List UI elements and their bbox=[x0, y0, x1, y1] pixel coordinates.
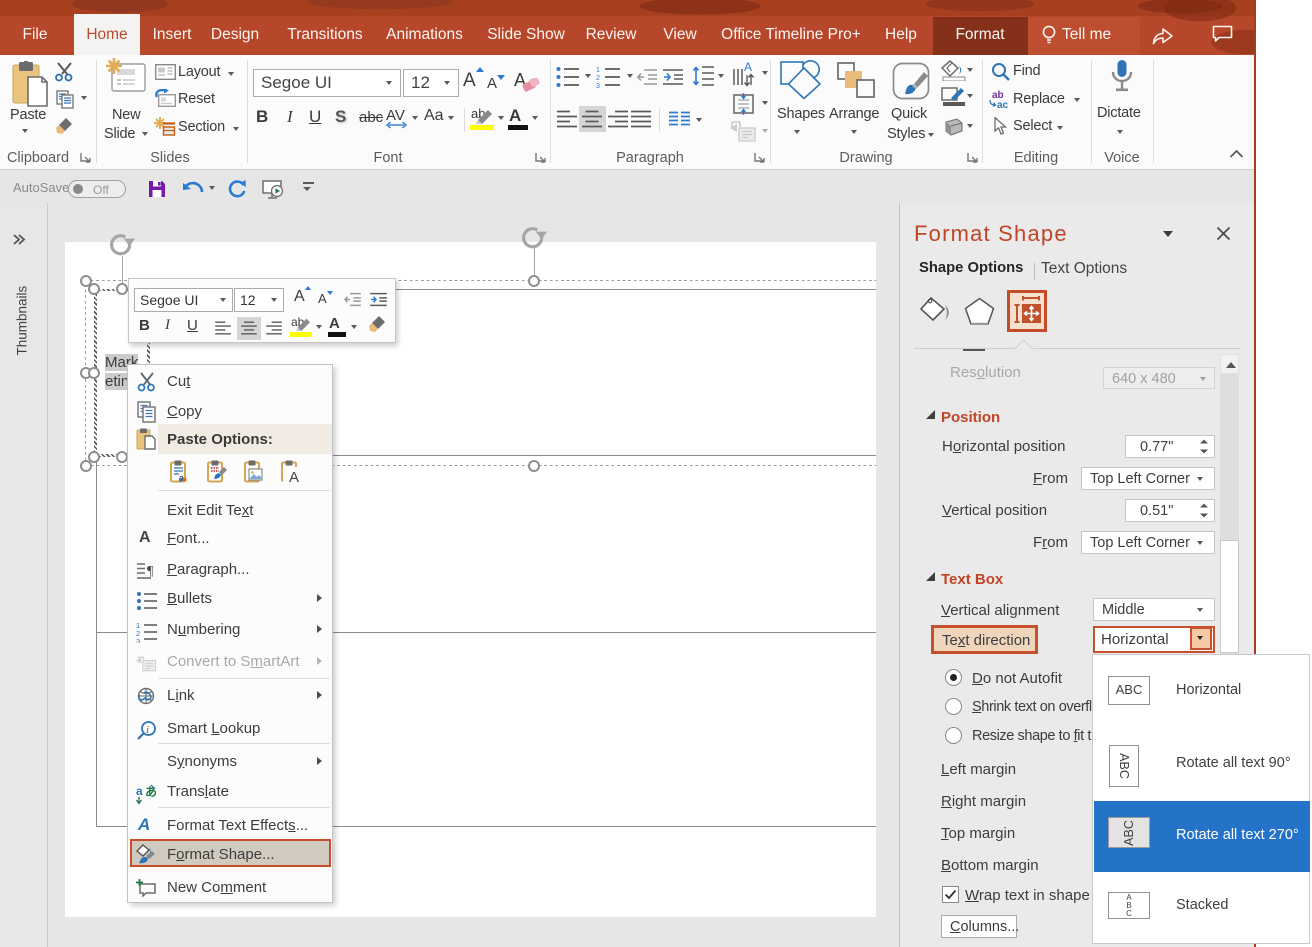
svg-text:3: 3 bbox=[136, 637, 140, 643]
svg-text:i: i bbox=[146, 724, 149, 736]
svg-text:A: A bbox=[744, 61, 752, 74]
svg-text:A: A bbox=[289, 469, 299, 484]
svg-text:¶: ¶ bbox=[147, 564, 154, 579]
svg-text:ac: ac bbox=[997, 100, 1009, 109]
svg-text:1: 1 bbox=[596, 67, 600, 74]
svg-text:a: a bbox=[136, 784, 143, 798]
svg-text:2: 2 bbox=[596, 75, 600, 82]
svg-text:あ: あ bbox=[145, 785, 157, 799]
svg-text:3: 3 bbox=[596, 83, 600, 88]
